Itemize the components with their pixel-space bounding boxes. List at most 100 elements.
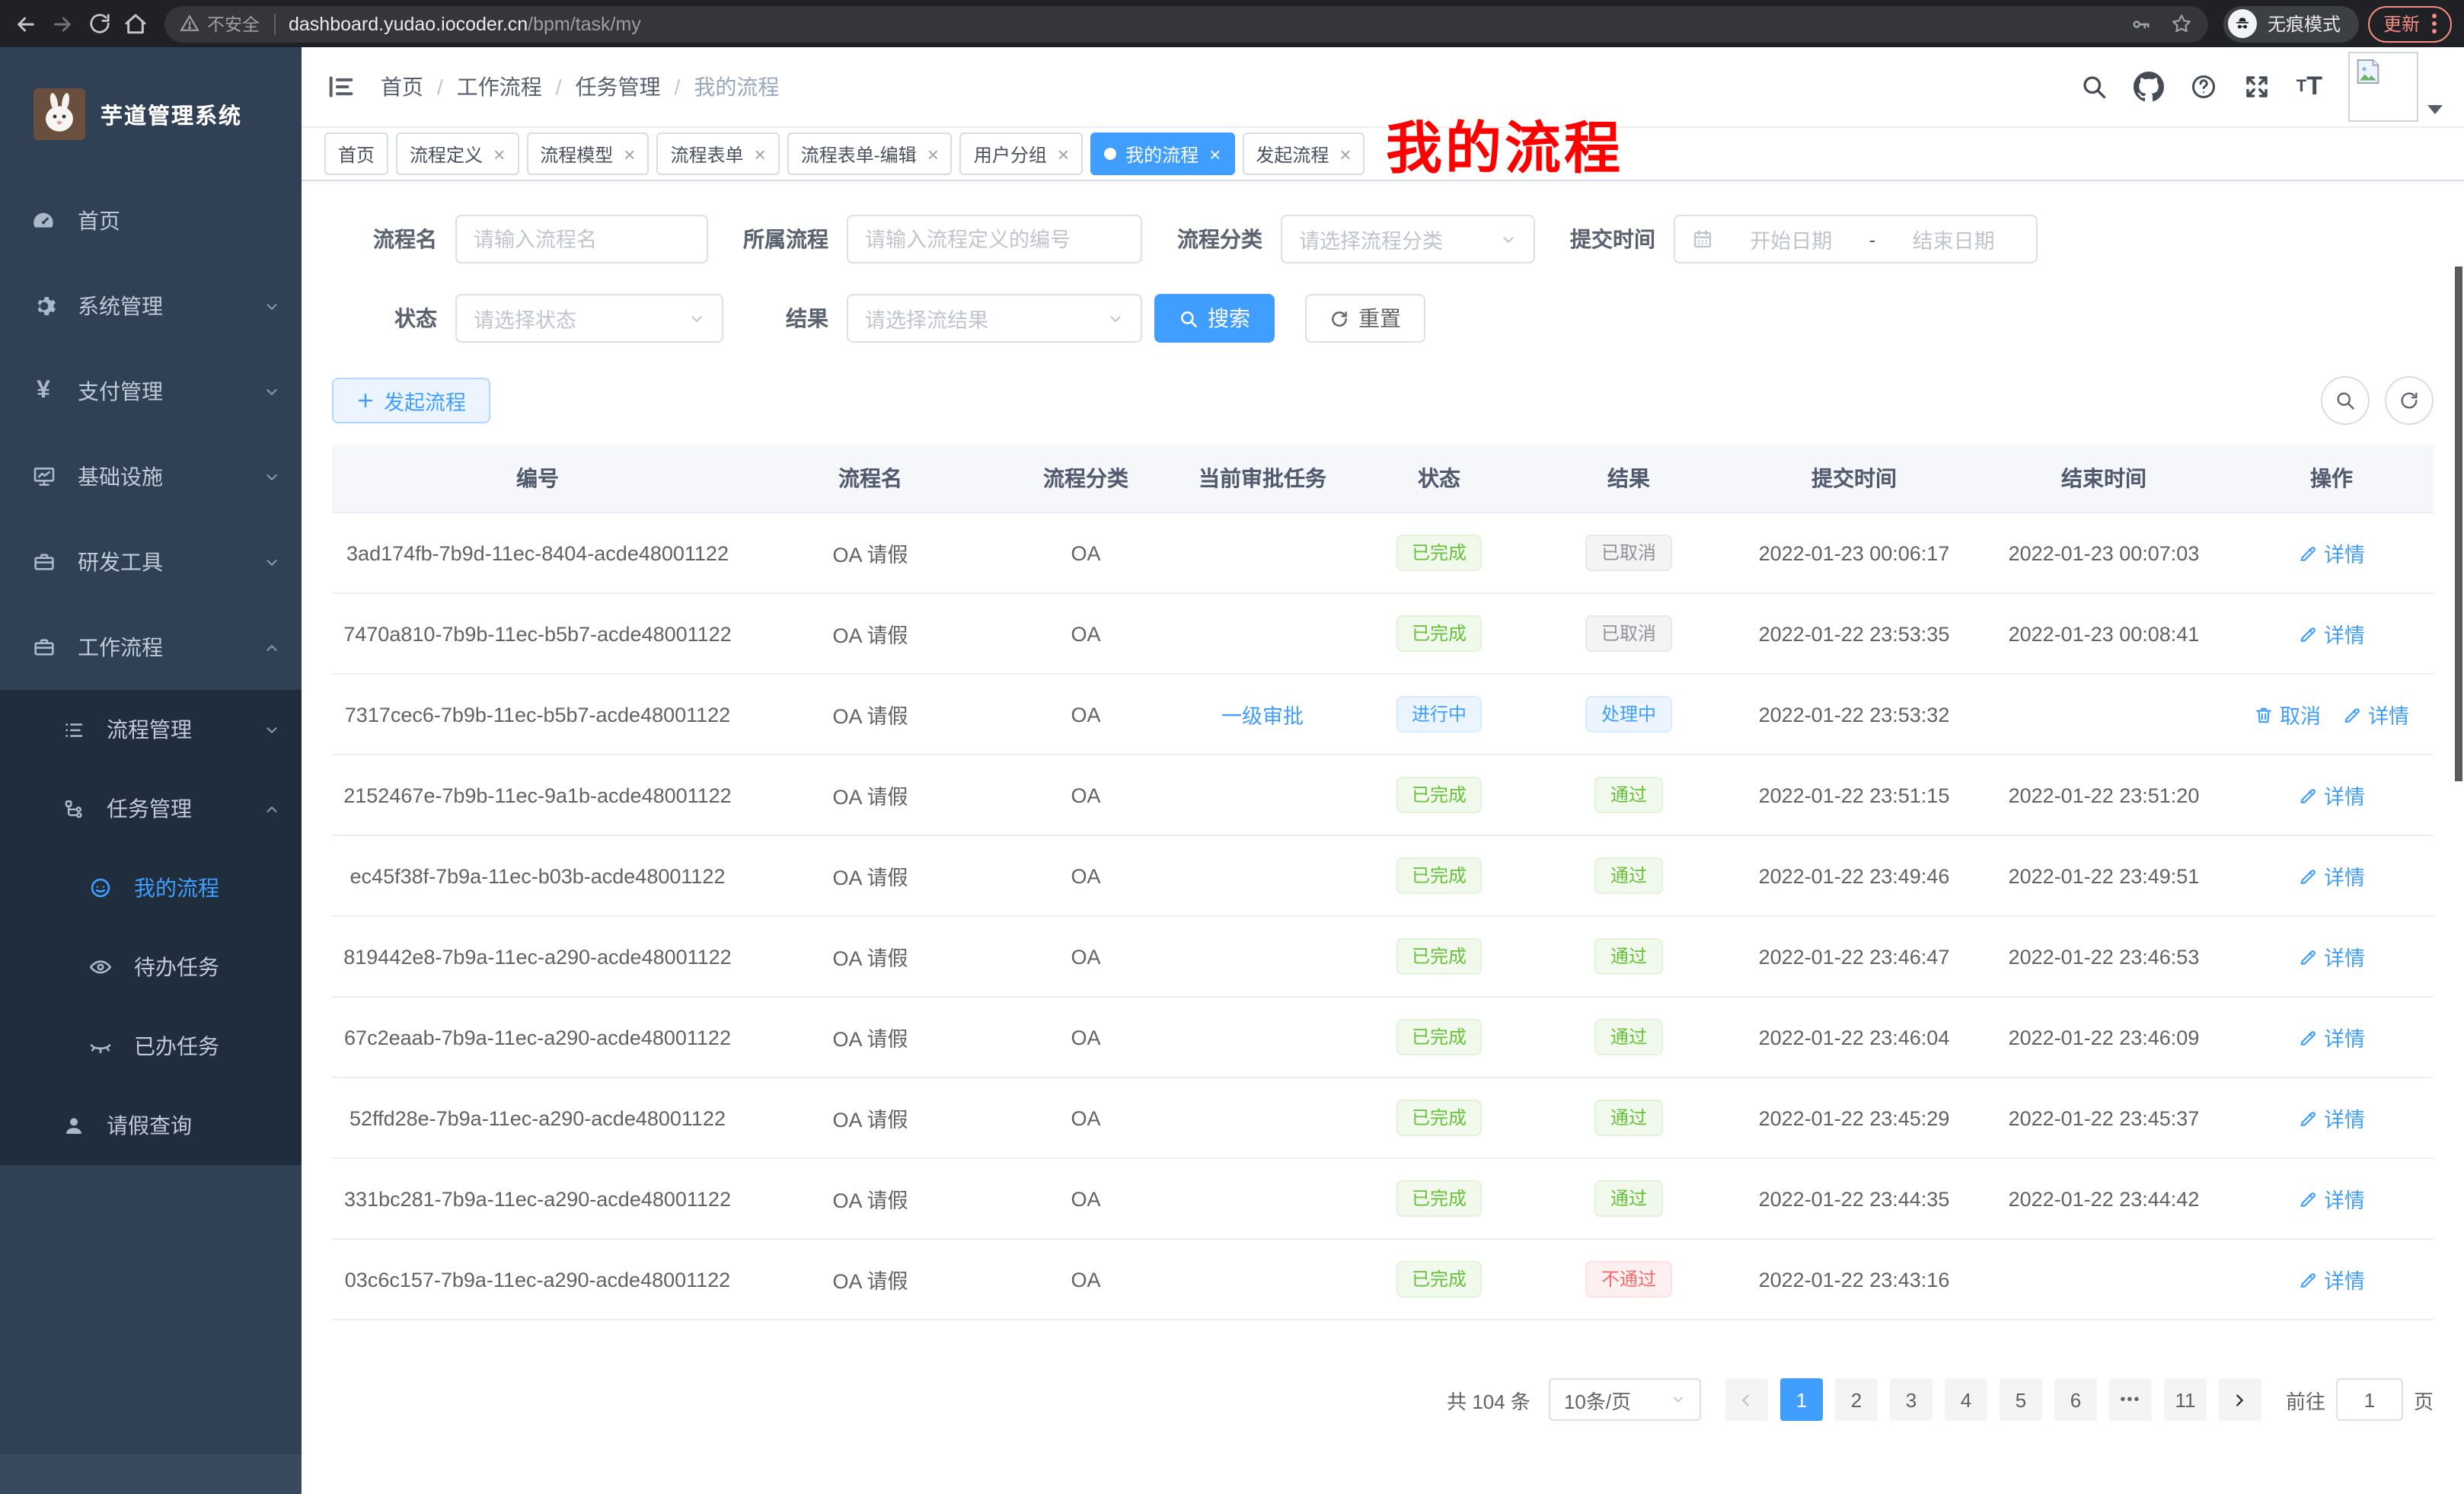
tab-my-process[interactable]: 我的流程× [1090,132,1234,175]
detail-link[interactable]: 详情 [2298,1183,2365,1214]
sidebar-item-infrastructure[interactable]: 基础设施 [0,434,302,519]
detail-link[interactable]: 详情 [2298,538,2365,568]
submit-time-range-picker[interactable]: 开始日期 - 结束日期 [1674,215,2038,263]
detail-link[interactable]: 详情 [2298,941,2365,972]
process-def-input[interactable] [847,215,1142,263]
sidebar: 芋道管理系统 首页 系统管理 ¥ 支付管理 [0,47,302,1494]
tab-process-definition[interactable]: 流程定义× [396,132,519,175]
detail-link[interactable]: 详情 [2298,1264,2365,1294]
close-icon[interactable]: × [624,144,635,164]
page-size-select[interactable]: 10条/页 [1549,1378,1701,1421]
result-badge: 通过 [1595,1019,1662,1055]
reload-icon[interactable] [85,10,113,37]
page-button[interactable]: 6 [2054,1378,2097,1421]
close-icon[interactable]: × [1058,144,1069,164]
help-icon[interactable] [2190,73,2217,101]
key-icon[interactable] [2130,13,2152,34]
goto-page-input[interactable] [2336,1378,2403,1421]
home-icon[interactable] [122,10,149,37]
cancel-link[interactable]: 取消 [2254,699,2321,729]
sidebar-item-system[interactable]: 系统管理 [0,263,302,349]
tab-home[interactable]: 首页 [324,132,388,175]
breadcrumb-item[interactable]: 首页 [381,72,423,102]
tab-start-process[interactable]: 发起流程× [1242,132,1364,175]
create-process-button[interactable]: 发起流程 [332,378,490,423]
sidebar-item-home[interactable]: 首页 [0,178,302,263]
github-icon[interactable] [2134,72,2164,102]
close-icon[interactable]: × [1339,144,1351,164]
detail-link[interactable]: 详情 [2298,618,2365,649]
reset-button[interactable]: 重置 [1305,294,1425,343]
sidebar-item-workflow[interactable]: 工作流程 [0,605,302,690]
status-select[interactable]: 请选择状态 [455,294,723,343]
page-button[interactable]: 5 [2000,1378,2042,1421]
tab-process-form-edit[interactable]: 流程表单-编辑× [787,132,953,175]
caret-down-icon[interactable] [2427,104,2443,116]
sidebar-item-task-management[interactable]: 任务管理 [0,769,302,848]
browser-update-button[interactable]: 更新 [2368,5,2452,42]
browser-menu-icon[interactable] [2432,14,2437,34]
table-row: 819442e8-7b9a-11ec-a290-acde48001122 OA … [332,916,2434,997]
search-icon[interactable] [2080,73,2108,101]
detail-link[interactable]: 详情 [2298,1103,2365,1133]
close-icon[interactable]: × [1209,144,1221,164]
category-select[interactable]: 请选择流程分类 [1281,215,1535,263]
page-button[interactable]: 2 [1835,1378,1878,1421]
breadcrumb-item[interactable]: 工作流程 [457,72,542,102]
prev-page-button[interactable] [1725,1378,1768,1421]
show-search-button[interactable] [2321,376,2370,425]
font-size-icon[interactable]: TT [2296,72,2322,102]
breadcrumb-current: 我的流程 [694,72,779,102]
forward-icon[interactable] [49,10,76,37]
security-status[interactable]: 不安全 [180,11,260,36]
address-bar[interactable]: 不安全 dashboard.yudao.iocoder.cn/bpm/task/… [164,5,2208,42]
bookmark-star-icon[interactable] [2170,12,2193,35]
omnibox-divider [273,13,275,34]
status-badge: 已完成 [1396,1100,1482,1136]
sidebar-item-todo-tasks[interactable]: 待办任务 [0,927,302,1007]
chevron-down-icon [263,554,280,570]
avatar[interactable] [2348,52,2418,122]
page-button[interactable]: 11 [2164,1378,2207,1421]
hamburger-icon[interactable] [326,72,356,102]
close-icon[interactable]: × [755,144,766,164]
sidebar-item-done-tasks[interactable]: 已办任务 [0,1007,302,1086]
app-logo[interactable]: 芋道管理系统 [0,47,302,163]
search-icon [2335,390,2356,411]
tab-user-group[interactable]: 用户分组× [960,132,1083,175]
current-task-link[interactable]: 一级审批 [1221,705,1304,728]
detail-link[interactable]: 详情 [2298,780,2365,810]
more-pages-button[interactable]: ••• [2109,1378,2152,1421]
result-select[interactable]: 请选择流结果 [847,294,1142,343]
detail-link[interactable]: 详情 [2298,1022,2365,1052]
back-icon[interactable] [12,10,40,37]
table-row: 3ad174fb-7b9d-11ec-8404-acde48001122 OA … [332,512,2434,593]
tab-process-form[interactable]: 流程表单× [656,132,779,175]
next-page-button[interactable] [2219,1378,2261,1421]
detail-link[interactable]: 详情 [2342,699,2409,729]
sidebar-item-process-management[interactable]: 流程管理 [0,690,302,769]
tab-process-model[interactable]: 流程模型× [526,132,649,175]
close-icon[interactable]: × [927,144,939,164]
user-menu[interactable] [2348,52,2443,122]
page-button[interactable]: 3 [1890,1378,1933,1421]
sidebar-item-my-process[interactable]: 我的流程 [0,848,302,927]
page-button[interactable]: 4 [1945,1378,1987,1421]
close-icon[interactable]: × [493,144,505,164]
refresh-button[interactable] [2385,376,2434,425]
sidebar-footer[interactable] [0,1454,302,1494]
sidebar-item-devtools[interactable]: 研发工具 [0,519,302,605]
table-row: 7470a810-7b9b-11ec-b5b7-acde48001122 OA … [332,593,2434,674]
page-button[interactable]: 1 [1780,1378,1823,1421]
fullscreen-icon[interactable] [2243,73,2271,101]
sidebar-item-leave-query[interactable]: 请假查询 [0,1086,302,1165]
warning-icon [180,14,199,34]
process-name-input[interactable] [455,215,708,263]
search-button[interactable]: 搜索 [1154,294,1275,343]
breadcrumb-item[interactable]: 任务管理 [576,72,661,102]
detail-link[interactable]: 详情 [2298,860,2365,891]
scrollbar-thumb[interactable] [2455,267,2462,781]
edit-icon [2298,1027,2318,1047]
status-badge: 已完成 [1396,857,1482,894]
sidebar-item-payment[interactable]: ¥ 支付管理 [0,349,302,434]
